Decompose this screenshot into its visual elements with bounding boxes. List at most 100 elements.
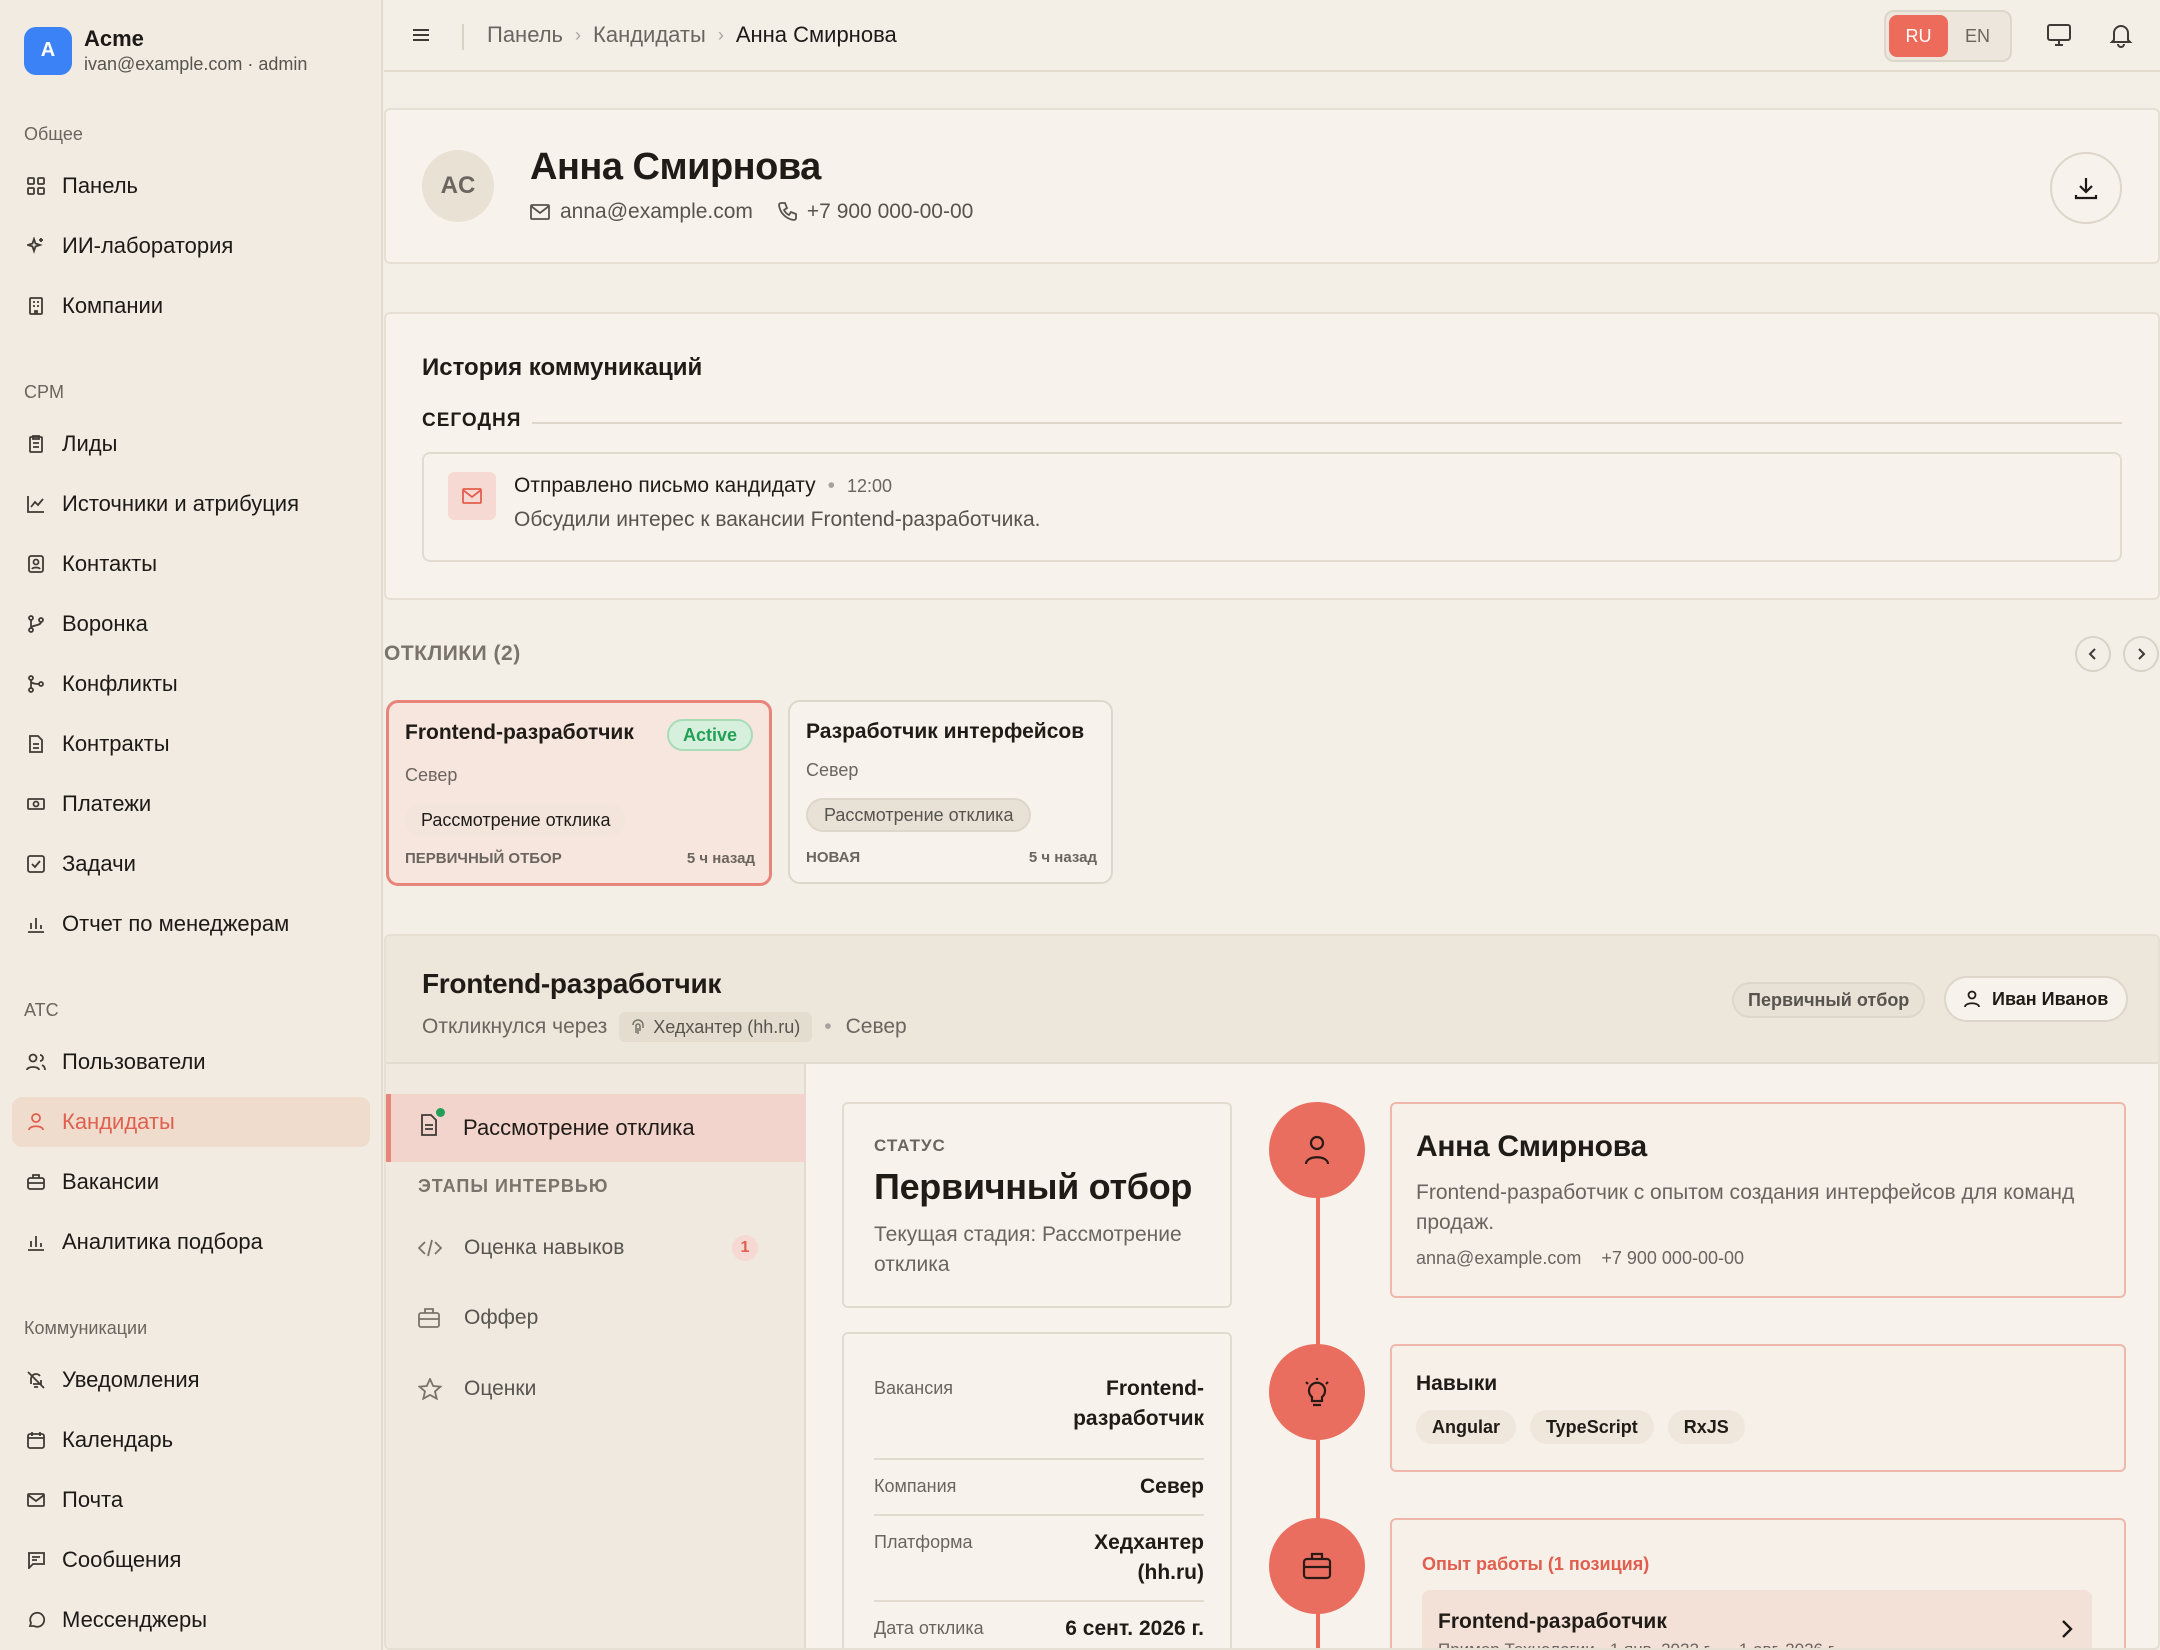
sidebar-item-companies[interactable]: Компании	[12, 281, 370, 331]
communication-history-card: История коммуникаций СЕГОДНЯ Отправлено …	[384, 312, 2160, 600]
sidebar-item-label: Контакты	[62, 551, 158, 576]
mail-icon	[448, 472, 496, 520]
experience-item[interactable]: Frontend-разработчик Пример Технологии ·…	[1422, 1590, 2092, 1648]
candidate-summary-card: Анна Смирнова Frontend-разработчик с опы…	[1390, 1102, 2126, 1298]
response-stage: ПЕРВИЧНЫЙ ОТБОР	[405, 850, 562, 867]
sidebar: A Acme ivan@example.com · admin Общее Па…	[0, 0, 383, 1650]
notification-dot	[436, 1108, 445, 1117]
menu-toggle-icon[interactable]	[410, 24, 434, 48]
briefcase-icon	[26, 1172, 46, 1192]
chevron-left-icon	[2088, 648, 2096, 660]
building-icon	[26, 296, 46, 316]
fingerprint-icon	[632, 1019, 645, 1034]
sidebar-item-leads[interactable]: Лиды	[12, 419, 370, 469]
response-card[interactable]: Разработчик интерфейсов Север Рассмотрен…	[788, 700, 1113, 884]
download-button[interactable]	[2050, 152, 2122, 224]
response-stage-chip: Рассмотрение отклика	[405, 803, 627, 837]
sidebar-item-payments[interactable]: Платежи	[12, 779, 370, 829]
response-title: Frontend-разработчик	[405, 721, 634, 744]
step-offer[interactable]: Оффер	[418, 1298, 788, 1338]
file-text-icon	[419, 1108, 445, 1142]
account-email: ivan@example.com · admin	[84, 54, 308, 74]
sidebar-item-label: Кандидаты	[62, 1109, 175, 1134]
sidebar-item-label: Вакансии	[62, 1169, 159, 1194]
sidebar-item-label: Сообщения	[62, 1547, 182, 1572]
sidebar-item-candidates[interactable]: Кандидаты	[12, 1097, 370, 1147]
step-ratings[interactable]: Оценки	[418, 1369, 788, 1409]
sidebar-item-sources[interactable]: Источники и атрибуция	[12, 479, 370, 529]
sidebar-item-label: Отчет по менеджерам	[62, 911, 290, 936]
sidebar-item-users[interactable]: Пользователи	[12, 1037, 370, 1087]
sidebar-item-funnel[interactable]: Воронка	[12, 599, 370, 649]
monitor-icon[interactable]	[2046, 22, 2074, 50]
responses-prev-button[interactable]	[2075, 636, 2111, 672]
response-location: Север	[405, 765, 458, 785]
responses-label: ОТКЛИКИ (2)	[384, 642, 521, 665]
topbar-divider	[462, 24, 464, 50]
info-row-company: Компания Север	[874, 1460, 1204, 1516]
lang-en-button[interactable]: EN	[1948, 15, 2007, 57]
source-name: Хедхантер (hh.ru)	[653, 1016, 801, 1037]
sidebar-item-contacts[interactable]: Контакты	[12, 539, 370, 589]
step-label: Рассмотрение отклика	[463, 1115, 695, 1140]
response-stage-chip: Рассмотрение отклика	[806, 798, 1032, 832]
sidebar-item-notifications[interactable]: Уведомления	[12, 1355, 370, 1405]
history-entry-time: 12:00	[847, 475, 893, 496]
star-icon	[418, 1378, 444, 1400]
application-header: Frontend-разработчик Откликнулся через Х…	[386, 936, 2158, 1064]
sidebar-item-label: Мессенджеры	[62, 1607, 208, 1632]
sidebar-item-managers-report[interactable]: Отчет по менеджерам	[12, 899, 370, 949]
workspace-switcher[interactable]: A Acme ivan@example.com · admin	[24, 26, 307, 75]
candidate-header-card: AC Анна Смирнова anna@example.com +7 900…	[384, 108, 2160, 264]
history-entry-title: Отправлено письмо кандидату	[514, 474, 816, 497]
sidebar-item-mail[interactable]: Почта	[12, 1475, 370, 1525]
info-value[interactable]: Frontend-разработчик	[1073, 1374, 1204, 1458]
candidate-phone[interactable]: +7 900 000-00-00	[1601, 1248, 1744, 1269]
bell-icon[interactable]	[2108, 22, 2136, 50]
breadcrumb-candidates[interactable]: Кандидаты	[593, 22, 706, 48]
sidebar-item-messages[interactable]: Сообщения	[12, 1535, 370, 1585]
language-switcher: RU EN	[1884, 10, 2012, 62]
info-row-platform: Платформа Хедхантер (hh.ru)	[874, 1516, 1204, 1602]
skill-chip: Angular	[1416, 1410, 1517, 1444]
responses-next-button[interactable]	[2123, 636, 2159, 672]
sidebar-item-hiring-analytics[interactable]: Аналитика подбора	[12, 1217, 370, 1267]
step-skills-assessment[interactable]: Оценка навыков 1	[418, 1228, 788, 1268]
response-card[interactable]: Frontend-разработчик Active Север Рассмо…	[386, 700, 772, 886]
info-value: Хедхантер (hh.ru)	[1094, 1531, 1204, 1584]
sidebar-item-conflicts[interactable]: Конфликты	[12, 659, 370, 709]
sidebar-item-contracts[interactable]: Контракты	[12, 719, 370, 769]
response-time: 5 ч назад	[686, 850, 755, 867]
sidebar-item-label: Задачи	[62, 851, 136, 876]
owner-button[interactable]: Иван Иванов	[1944, 976, 2129, 1022]
step-label: Оффер	[464, 1306, 539, 1329]
candidate-phone: +7 900 000-00-00	[806, 200, 974, 223]
candidate-email-link[interactable]: anna@example.com	[530, 200, 753, 224]
sidebar-item-label: Контракты	[62, 731, 170, 756]
experience-title: Опыт работы (1 позиция)	[1422, 1554, 1650, 1574]
workspace-name: Acme	[84, 26, 144, 51]
application-title: Frontend-разработчик	[422, 968, 722, 999]
sidebar-item-calendar[interactable]: Календарь	[12, 1415, 370, 1465]
sidebar-item-tasks[interactable]: Задачи	[12, 839, 370, 889]
sidebar-item-dashboard[interactable]: Панель	[12, 161, 370, 211]
candidate-phone-link[interactable]: +7 900 000-00-00	[777, 200, 973, 224]
sidebar-item-ai-lab[interactable]: ИИ-лаборатория	[12, 221, 370, 271]
status-label: СТАТУС	[874, 1136, 946, 1155]
sidebar-item-vacancies[interactable]: Вакансии	[12, 1157, 370, 1207]
candidate-email[interactable]: anna@example.com	[1416, 1248, 1581, 1269]
chevron-right-icon	[2060, 1618, 2074, 1645]
step-review[interactable]: Рассмотрение отклика	[386, 1094, 806, 1162]
status-value: Первичный отбор	[874, 1166, 1193, 1207]
code-icon	[418, 1239, 444, 1257]
skill-chip: TypeScript	[1530, 1410, 1654, 1444]
breadcrumb-dashboard[interactable]: Панель	[487, 22, 563, 48]
history-entry[interactable]: Отправлено письмо кандидату • 12:00 Обсу…	[422, 452, 2122, 562]
chevron-right-icon: ›	[717, 24, 724, 45]
workspace-logo: A	[24, 26, 72, 75]
grid-icon	[26, 176, 46, 196]
sidebar-item-label: Источники и атрибуция	[62, 491, 299, 516]
lang-ru-button[interactable]: RU	[1889, 15, 1948, 57]
mail-icon	[530, 204, 550, 220]
sidebar-item-messengers[interactable]: Мессенджеры	[12, 1595, 370, 1645]
